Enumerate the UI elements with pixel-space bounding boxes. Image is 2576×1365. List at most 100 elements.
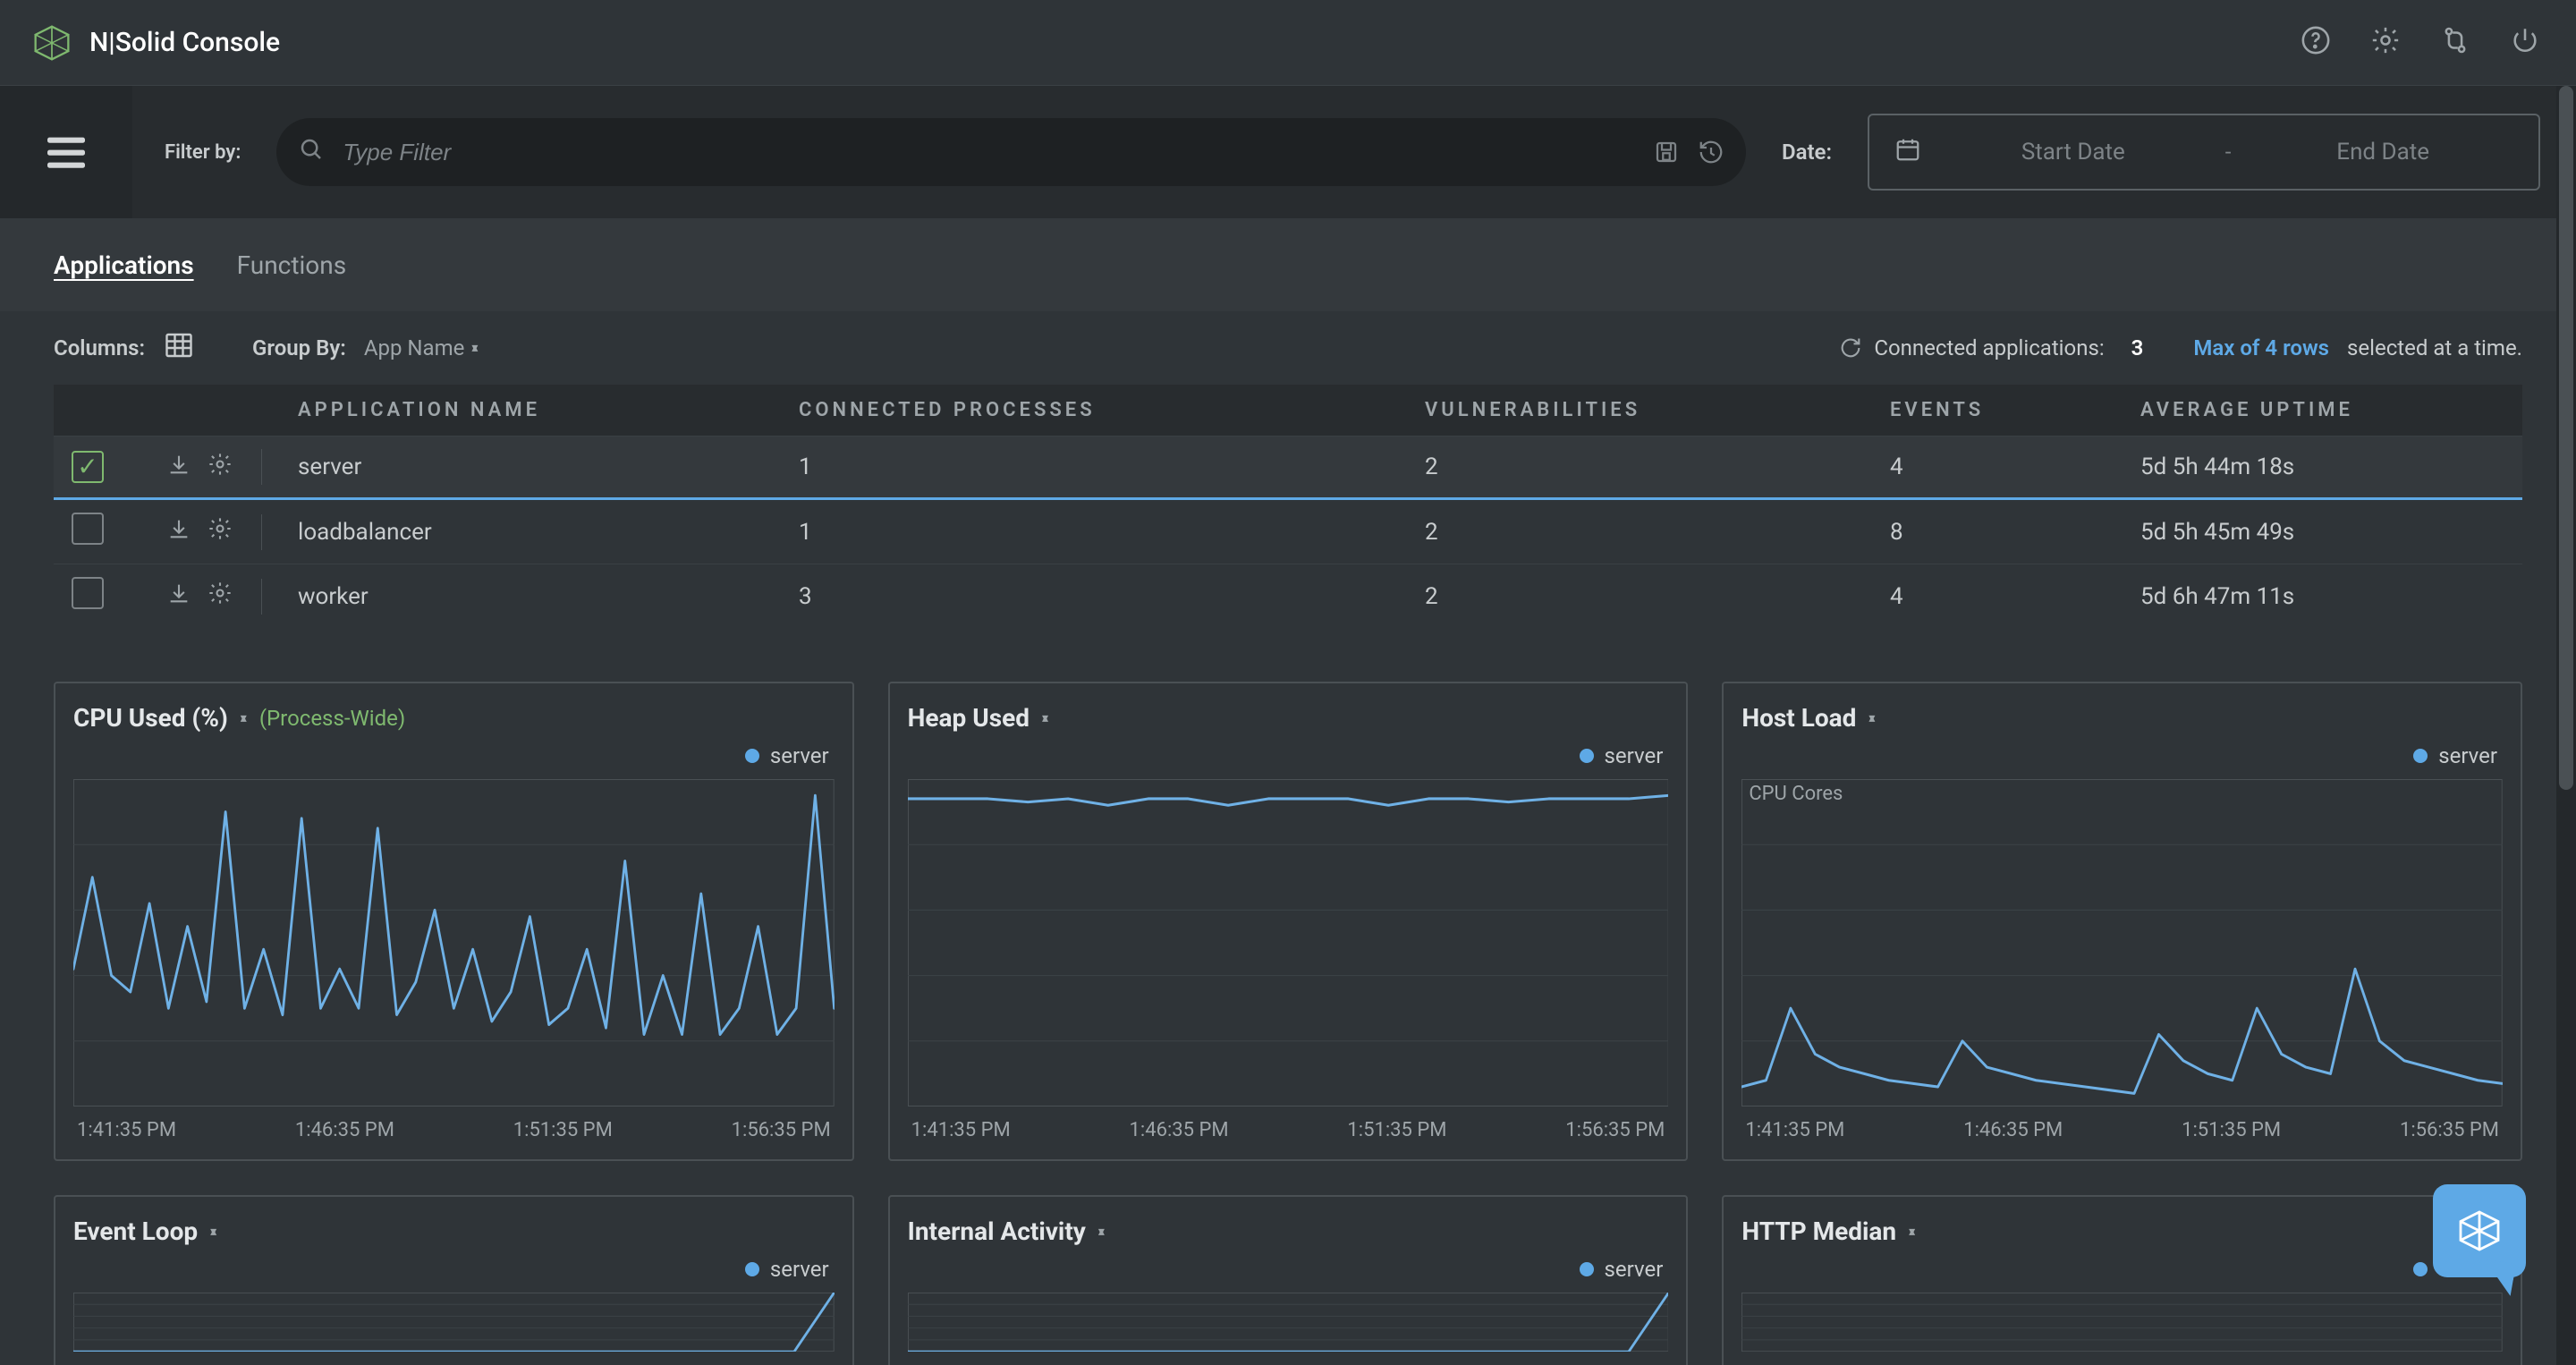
cell-name: worker [280,564,781,629]
gear-icon[interactable] [208,452,233,483]
date-label: Date: [1782,140,1832,165]
gear-icon[interactable] [208,581,233,612]
columns-picker-icon[interactable] [163,329,195,367]
cell-events: 8 [1872,499,2123,564]
download-icon[interactable] [166,452,191,483]
logo[interactable]: N|Solid Console [32,23,280,63]
date-range-picker[interactable]: Start Date - End Date [1868,114,2540,191]
th-events[interactable]: Events [1872,385,2123,437]
menu-button[interactable] [0,86,132,218]
chart-eventloop: Event Loop server [54,1195,854,1365]
th-vulnerabilities[interactable]: Vulnerabilities [1407,385,1872,437]
help-icon[interactable] [2301,25,2331,61]
tab-applications[interactable]: Applications [54,250,194,280]
xaxis-tick: 1:56:35 PM [1565,1119,1665,1141]
scrollbar[interactable] [2556,86,2576,1365]
xaxis-tick: 1:41:35 PM [1745,1119,1844,1141]
connected-apps-count: 3 [2131,335,2144,360]
charts-grid: CPU Used (%) (Process-Wide) server 1:41:… [0,628,2576,1365]
gear-icon[interactable] [208,516,233,547]
xaxis-tick: 1:51:35 PM [2182,1119,2281,1141]
legend-series: server [770,743,829,768]
cell-vulnerabilities: 2 [1407,499,1872,564]
row-checkbox[interactable] [72,577,104,609]
cell-uptime: 5d 5h 45m 49s [2123,499,2522,564]
legend-series: server [770,1257,829,1282]
cell-name: server [280,437,781,499]
xaxis-tick: 1:46:35 PM [1130,1119,1229,1141]
chart-http-title: HTTP Median [1741,1217,1896,1246]
xaxis-tick: 1:51:35 PM [513,1119,613,1141]
row-checkbox[interactable] [72,451,104,483]
xaxis-tick: 1:51:35 PM [1347,1119,1446,1141]
chart-internal-title: Internal Activity [908,1217,1086,1246]
nsolid-logo-icon [32,23,72,63]
xaxis-tick: 1:46:35 PM [295,1119,394,1141]
xaxis-tick: 1:56:35 PM [732,1119,831,1141]
chart-eventloop-plot[interactable] [73,1293,835,1352]
chart-heap-plot[interactable] [908,779,1669,1106]
power-icon[interactable] [2510,25,2540,61]
scrollbar-thumb[interactable] [2559,86,2573,790]
th-uptime[interactable]: Average Uptime [2123,385,2522,437]
table-row[interactable]: worker 3 2 4 5d 6h 47m 11s [54,564,2522,629]
cell-events: 4 [1872,564,2123,629]
end-date-input[interactable]: End Date [2252,139,2513,165]
legend-series: server [1605,1257,1664,1282]
legend-dot-icon [745,749,759,763]
connected-apps-status: Connected applications: 3 [1838,335,2143,360]
applications-table: Application Name Connected Processes Vul… [0,385,2576,628]
xaxis-tick: 1:56:35 PM [2400,1119,2499,1141]
chart-internal-plot[interactable] [908,1293,1669,1352]
th-processes[interactable]: Connected Processes [781,385,1407,437]
th-name[interactable]: Application Name [280,385,781,437]
start-date-input[interactable]: Start Date [1943,139,2204,165]
chart-host-plot[interactable] [1741,779,2503,1106]
cell-name: loadbalancer [280,499,781,564]
download-icon[interactable] [166,516,191,547]
max-rows-suffix: selected at a time. [2347,335,2522,360]
table-row[interactable]: server 1 2 4 5d 5h 44m 18s [54,437,2522,499]
chart-internal: Internal Activity server [888,1195,1689,1365]
cell-uptime: 5d 5h 44m 18s [2123,437,2522,499]
cell-processes: 3 [781,564,1407,629]
groupby-value: App Name [364,335,465,360]
chart-cpu-plot[interactable] [73,779,835,1106]
filter-input[interactable] [343,139,1635,166]
xaxis-tick: 1:41:35 PM [911,1119,1011,1141]
chart-eventloop-title: Event Loop [73,1217,198,1246]
chart-cpu-title: CPU Used (%) [73,703,228,733]
max-rows-hint: Max of 4 rows [2193,335,2329,360]
groupby-select[interactable]: App Name [364,335,479,360]
date-dash: - [2225,140,2232,165]
product-name: N|Solid Console [89,27,280,58]
chart-heap-title: Heap Used [908,703,1030,733]
cell-uptime: 5d 6h 47m 11s [2123,564,2522,629]
groupby-label: Group By: [252,335,346,360]
connected-apps-label: Connected applications: [1874,335,2104,360]
cell-vulnerabilities: 2 [1407,564,1872,629]
cell-events: 4 [1872,437,2123,499]
chart-http-plot[interactable] [1741,1293,2503,1352]
tab-functions[interactable]: Functions [237,250,347,280]
filter-bar: Filter by: Date: Start Date - End Date [0,86,2576,218]
legend-dot-icon [1580,749,1594,763]
git-compare-icon[interactable] [2440,25,2470,61]
settings-icon[interactable] [2370,25,2401,61]
chat-widget[interactable] [2433,1184,2526,1277]
chart-host: Host Load server CPU Cores 1:41:35 PM1:4… [1722,682,2522,1161]
history-icon[interactable] [1698,139,1724,165]
table-row[interactable]: loadbalancer 1 2 8 5d 5h 45m 49s [54,499,2522,564]
chart-http: HTTP Median server [1722,1195,2522,1365]
controls-row: Columns: Group By: App Name Connected ap… [0,311,2576,385]
search-icon [298,136,325,168]
chart-cpu: CPU Used (%) (Process-Wide) server 1:41:… [54,682,854,1161]
save-filter-icon[interactable] [1653,139,1680,165]
download-icon[interactable] [166,581,191,612]
legend-dot-icon [2413,1262,2428,1276]
legend-dot-icon [2413,749,2428,763]
legend-series: server [2438,743,2497,768]
chart-heap: Heap Used server 1:41:35 PM1:46:35 PM1:5… [888,682,1689,1161]
filter-by-label: Filter by: [165,141,241,164]
row-checkbox[interactable] [72,513,104,545]
